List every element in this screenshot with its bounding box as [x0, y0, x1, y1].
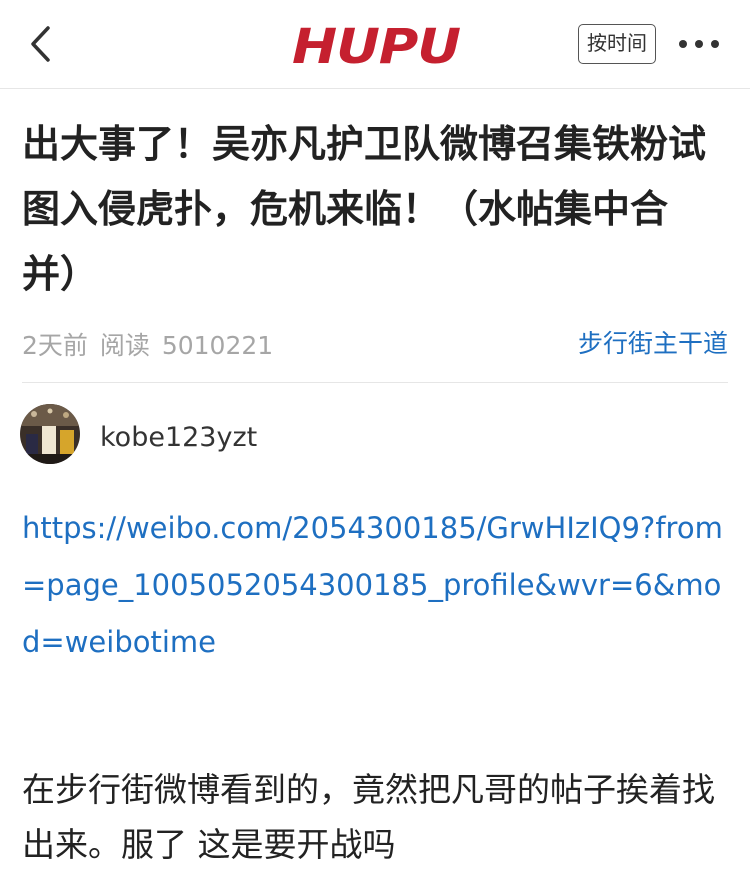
- avatar[interactable]: [20, 404, 80, 464]
- post-time: 2天前: [22, 331, 88, 360]
- avatar-image: [20, 404, 80, 464]
- post-title: 出大事了！吴亦凡护卫队微博召集铁粉试图入侵虎扑，危机来临！（水帖集中合并）: [22, 122, 707, 296]
- back-button[interactable]: [18, 20, 62, 68]
- top-navigation-bar: HUPU 按时间: [0, 0, 750, 89]
- sort-by-time-button[interactable]: 按时间: [578, 24, 656, 64]
- svg-text:HUPU: HUPU: [292, 19, 460, 70]
- weibo-link[interactable]: https://weibo.com/2054300185/GrwHIzIQ9?f…: [22, 500, 728, 671]
- read-label: 阅读: [99, 331, 150, 360]
- author-name[interactable]: kobe123yzt: [100, 422, 257, 453]
- more-dots-icon[interactable]: [676, 34, 722, 54]
- hupu-logo: HUPU: [292, 19, 461, 70]
- post-meta: 2天前 阅读 5010221: [22, 326, 277, 362]
- read-count: 5010221: [161, 331, 274, 360]
- chevron-left-icon: [31, 26, 50, 62]
- post-body-text: 在步行街微博看到的，竟然把凡哥的帖子挨着找出来。服了 这是要开战吗: [22, 770, 715, 864]
- board-link[interactable]: 步行街主干道: [578, 324, 728, 360]
- divider: [22, 382, 728, 383]
